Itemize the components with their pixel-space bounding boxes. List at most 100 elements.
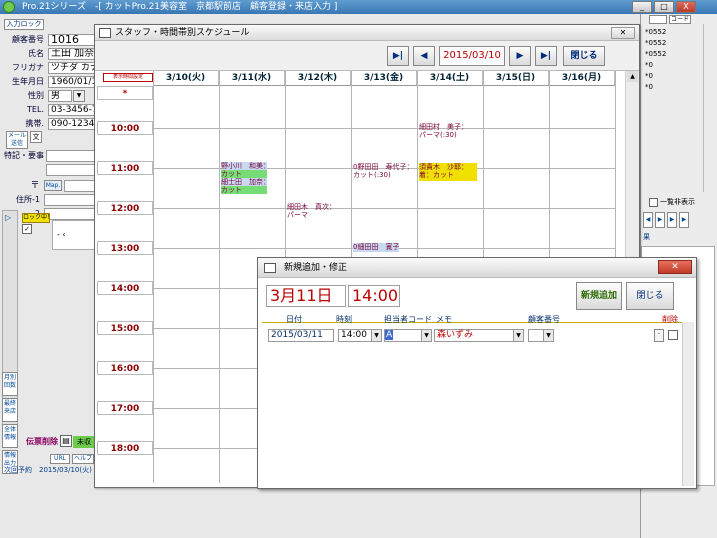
- row-select-button[interactable]: ·: [654, 329, 664, 342]
- monthly-count-tab[interactable]: 月別 回数: [2, 372, 18, 396]
- last-visit-tab[interactable]: 最終 来店: [2, 398, 18, 422]
- edit-close-button[interactable]: 閉じる: [626, 282, 674, 310]
- unpaid-tab[interactable]: 未収: [73, 436, 95, 448]
- add-new-button[interactable]: 新規追加: [576, 282, 622, 310]
- edit-time-value: 14:00: [341, 330, 367, 340]
- staff-dropdown-icon[interactable]: ▼: [421, 330, 431, 341]
- mail-text-button[interactable]: 文: [30, 131, 42, 143]
- code-column-header: コード: [669, 15, 691, 24]
- list-item[interactable]: *0552: [645, 39, 666, 47]
- list-item[interactable]: *0552: [645, 28, 666, 36]
- minimize-button[interactable]: _: [632, 1, 652, 13]
- app-logo-icon: [3, 1, 15, 13]
- appointment[interactable]: 細田村 美子： パーマ(:30): [419, 123, 481, 141]
- appointment[interactable]: 須貴木 沙耶： 着：カット: [419, 163, 477, 181]
- delete-checkbox[interactable]: [668, 330, 678, 340]
- date-column-header: 日付: [286, 315, 302, 324]
- customer-number-field[interactable]: 1016: [48, 34, 96, 46]
- current-date-field[interactable]: 2015/03/10: [439, 46, 505, 66]
- list-item[interactable]: *0: [645, 83, 653, 91]
- scroll-up-icon[interactable]: ▲: [627, 71, 638, 82]
- appointment[interactable]: 0細田田 寛子：: [353, 243, 399, 252]
- close-app-button[interactable]: X: [676, 1, 696, 13]
- prev-arrow-icon[interactable]: ◀: [643, 212, 653, 228]
- delete-slip-icon[interactable]: ▤: [60, 435, 72, 447]
- day-header: 3/15(日): [483, 71, 549, 85]
- name-dropdown-icon[interactable]: ▼: [513, 330, 523, 341]
- postal-field[interactable]: [64, 180, 96, 192]
- staff-code-field[interactable]: A ▼: [384, 329, 432, 342]
- furigana-field[interactable]: ツチダ カナ: [48, 62, 96, 74]
- gender-dropdown-icon[interactable]: ▼: [73, 90, 85, 102]
- appointment[interactable]: 0野田田 寿代子： カット(:30): [353, 163, 415, 181]
- input-lock-button[interactable]: 入力ロック: [4, 19, 44, 30]
- appointment-menu: カット: [221, 170, 242, 178]
- end-arrow-icon[interactable]: ▶: [679, 212, 689, 228]
- time-label: 10:00: [97, 121, 153, 135]
- appointment[interactable]: 細士田 加奈：: [221, 178, 267, 186]
- furigana-label: フリガナ: [12, 63, 44, 72]
- first-date-button[interactable]: ▶|: [387, 46, 409, 66]
- notes-field-2[interactable]: [46, 164, 96, 176]
- customer-dropdown-icon[interactable]: ▼: [543, 330, 553, 341]
- list-item[interactable]: *0552: [645, 50, 666, 58]
- birthdate-field[interactable]: 1960/01/1: [48, 76, 96, 88]
- staff-name-value: 森いずみ: [437, 330, 474, 340]
- address1-label: 住所-1: [16, 195, 40, 204]
- next-date-button[interactable]: ▶: [509, 46, 531, 66]
- appointment[interactable]: カット: [221, 170, 267, 178]
- play-icon[interactable]: ▷: [5, 213, 11, 222]
- time-label: 17:00: [97, 401, 153, 415]
- schedule-title: スタッフ・時間帯別スケジュール: [115, 28, 250, 38]
- lock-checkbox[interactable]: ✓: [22, 224, 32, 234]
- schedule-toolbar: ▶| ◀ 2015/03/10 ▶ ▶| 閉じる: [95, 41, 639, 71]
- app-title: Pro.21シリーズ -[ カットPro.21美容室 京都駅前店 顧客登録・来店…: [22, 2, 338, 12]
- edit-scrollbar[interactable]: [682, 322, 694, 486]
- appointment[interactable]: カット: [221, 186, 267, 194]
- edit-close-icon[interactable]: ✕: [658, 260, 692, 274]
- customer-number-label: 顧客番号: [12, 35, 44, 44]
- all-info-tab[interactable]: 全体 情報: [2, 424, 18, 448]
- send-mail-button[interactable]: メール送信: [6, 131, 28, 149]
- list-item[interactable]: *0: [645, 72, 653, 80]
- time-dropdown-icon[interactable]: ▼: [371, 330, 381, 341]
- restore-button[interactable]: □: [654, 1, 674, 13]
- right-scrollbar[interactable]: [703, 24, 715, 192]
- delete-slip-label[interactable]: 伝票削除: [26, 436, 60, 448]
- tel-field[interactable]: 03-3456-78: [48, 104, 96, 116]
- edit-title: 新規追加・修正: [284, 263, 348, 273]
- customer-number-input[interactable]: ▼: [528, 329, 554, 342]
- address2-field[interactable]: [44, 208, 96, 220]
- staff-name-field[interactable]: 森いずみ ▼: [434, 329, 524, 342]
- appointment[interactable]: 野小川 和美：: [221, 162, 267, 170]
- edit-title-bar: 新規追加・修正 ✕: [258, 258, 696, 278]
- prev-icon: ◀: [420, 51, 428, 61]
- slot-row[interactable]: [153, 85, 615, 129]
- last-arrow-icon[interactable]: ▶: [667, 212, 677, 228]
- time-column-header: 時刻: [336, 315, 352, 324]
- notes-field[interactable]: [46, 150, 96, 162]
- mobile-field[interactable]: 090-1234-5: [48, 118, 96, 130]
- map-button[interactable]: Map.: [44, 180, 62, 191]
- help-button[interactable]: ヘルプ: [72, 454, 94, 464]
- edit-time-field[interactable]: 14:00 ▼: [338, 329, 382, 342]
- prev-date-button[interactable]: ◀: [413, 46, 435, 66]
- address1-field[interactable]: [44, 194, 96, 206]
- gender-field[interactable]: 男: [48, 90, 72, 102]
- edit-date-field[interactable]: 2015/03/11: [268, 329, 334, 342]
- last-date-button[interactable]: ▶|: [535, 46, 557, 66]
- first-icon: ▶|: [392, 51, 404, 61]
- gender-label: 性別: [28, 91, 44, 100]
- mobile-row: 携帯. 090-1234-5: [4, 118, 96, 130]
- next-arrow-icon[interactable]: ▶: [655, 212, 665, 228]
- schedule-close-icon[interactable]: ✕: [611, 27, 635, 39]
- customer-number-row: 顧客番号 1016: [4, 34, 96, 46]
- schedule-close-button[interactable]: 閉じる: [563, 46, 605, 66]
- name-field[interactable]: 土田 加奈: [48, 48, 96, 60]
- display-time-setting-button[interactable]: 表示時間設定: [103, 73, 153, 82]
- list-item[interactable]: *0: [645, 61, 653, 69]
- appointment[interactable]: 細田木 真次： パーマ: [287, 203, 349, 221]
- url-button[interactable]: URL: [50, 454, 70, 464]
- hide-list-checkbox[interactable]: [649, 198, 658, 207]
- schedule-title-bar: スタッフ・時間帯別スケジュール ✕: [95, 25, 639, 41]
